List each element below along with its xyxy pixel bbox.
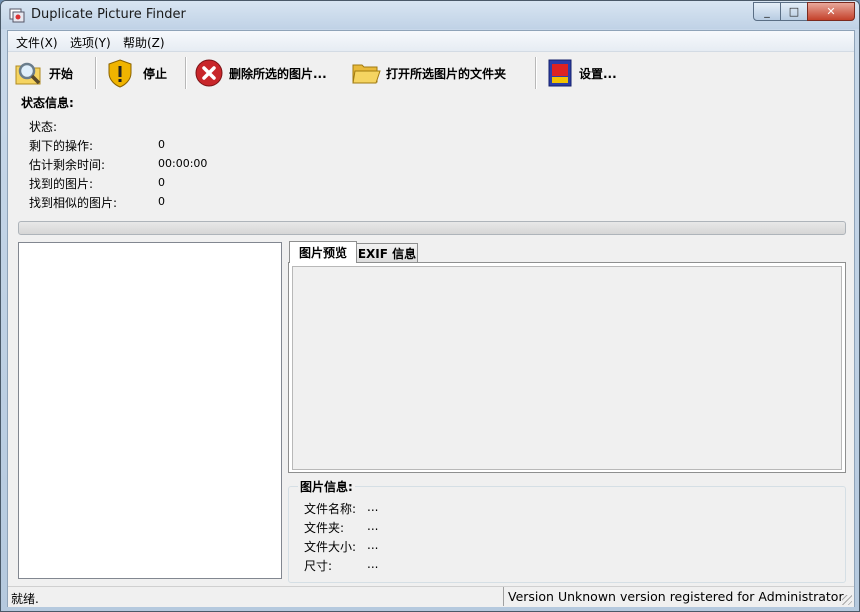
settings-label: 设置... [579, 66, 617, 81]
menu-help[interactable]: 帮助(Z) [123, 34, 165, 51]
magnifier-icon [15, 62, 41, 85]
close-icon: ✕ [826, 5, 836, 18]
settings-button[interactable]: 设置... [546, 57, 617, 89]
tab-picture-preview[interactable]: 图片预览 [289, 241, 357, 263]
title-bar[interactable]: Duplicate Picture Finder _ □ ✕ [1, 1, 859, 29]
version-text: Version Unknown version registered for A… [503, 587, 844, 606]
delete-selected-button[interactable]: 删除所选的图片... [194, 57, 327, 89]
progress-bar [18, 221, 846, 235]
start-label: 开始 [49, 66, 74, 81]
status-bar: 就绪. Version Unknown version registered f… [8, 586, 854, 607]
time-remaining-value: 00:00:00 [158, 157, 208, 170]
minimize-button[interactable]: _ [753, 2, 781, 21]
file-name-label: 文件名称: [304, 502, 357, 516]
found-pictures-label: 找到的图片: [29, 177, 94, 191]
file-size-label: 文件大小: [304, 540, 357, 554]
found-pictures-value: 0 [158, 176, 165, 189]
file-size-value: ... [367, 538, 379, 552]
tab-exif-info-label: EXIF 信息 [357, 247, 417, 261]
preview-panel [288, 262, 846, 473]
app-window: Duplicate Picture Finder _ □ ✕ 文件(X) 选项(… [0, 0, 860, 612]
stop-label: 停止 [143, 66, 168, 81]
delete-selected-label: 删除所选的图片... [229, 66, 327, 81]
warning-shield-icon [108, 59, 132, 88]
picture-info-group: 图片信息: 文件名称: ... 文件夹: ... 文件大小: ... 尺寸: .… [288, 478, 846, 583]
start-button[interactable]: 开始 [14, 57, 73, 89]
minimize-icon: _ [764, 5, 770, 18]
close-button[interactable]: ✕ [807, 2, 855, 21]
similar-pictures-value: 0 [158, 195, 165, 208]
remaining-ops-value: 0 [158, 138, 165, 151]
tab-picture-preview-label: 图片预览 [298, 246, 347, 260]
stop-button[interactable]: 停止 [105, 57, 167, 89]
picture-preview-area [292, 266, 842, 470]
dimensions-label: 尺寸: [304, 559, 333, 573]
tab-exif-info[interactable]: EXIF 信息 [356, 243, 418, 263]
menu-bar: 文件(X) 选项(Y) 帮助(Z) [8, 31, 854, 52]
toolbar: 开始 停止 删除所选的图片... 打开所选图片的文件夹 设置... [8, 52, 854, 94]
settings-box-icon [548, 59, 572, 87]
toolbar-separator [95, 57, 97, 89]
menu-options[interactable]: 选项(Y) [70, 34, 111, 51]
duplicates-list[interactable] [18, 242, 282, 579]
remaining-ops-label: 剩下的操作: [29, 139, 94, 153]
delete-icon [195, 59, 223, 87]
folder-value: ... [367, 519, 379, 533]
maximize-icon: □ [788, 5, 800, 18]
toolbar-separator [535, 57, 537, 89]
resize-grip-icon[interactable] [842, 595, 852, 605]
app-icon [9, 8, 25, 23]
status-info-title: 状态信息: [21, 96, 74, 110]
time-remaining-label: 估计剩余时间: [29, 158, 106, 172]
client-area: 文件(X) 选项(Y) 帮助(Z) 开始 停止 删除所选的图片... 打开所选图… [7, 30, 855, 607]
open-folder-button[interactable]: 打开所选图片的文件夹 [351, 57, 506, 89]
similar-pictures-label: 找到相似的图片: [29, 196, 118, 210]
file-name-value: ... [367, 500, 379, 514]
picture-info-title: 图片信息: [298, 478, 355, 495]
menu-file[interactable]: 文件(X) [16, 34, 58, 51]
folder-label: 文件夹: [304, 521, 345, 535]
folder-icon [352, 64, 381, 84]
window-title: Duplicate Picture Finder [31, 7, 186, 22]
maximize-button[interactable]: □ [780, 2, 808, 21]
dimensions-value: ... [367, 557, 379, 571]
status-label: 状态: [29, 120, 58, 134]
status-text: 就绪. [11, 592, 39, 606]
open-folder-label: 打开所选图片的文件夹 [386, 66, 507, 81]
toolbar-separator [185, 57, 187, 89]
